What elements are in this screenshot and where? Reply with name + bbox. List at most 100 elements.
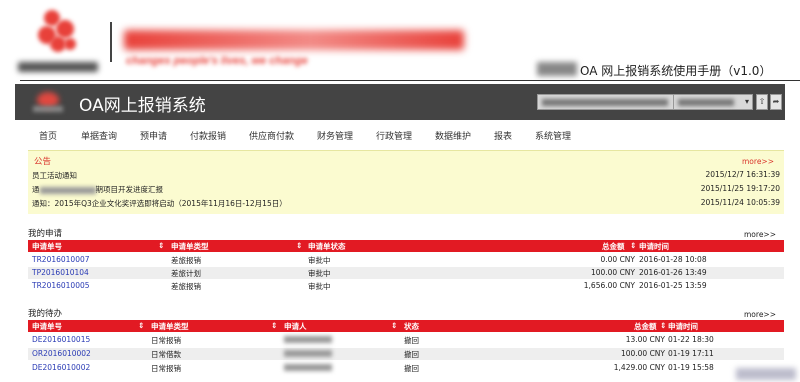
slogan-blurred (124, 30, 464, 50)
todo-id-link[interactable]: DE2016010002 (32, 363, 90, 372)
application-amount: 0.00 CNY (600, 255, 635, 264)
chevron-down-icon: ▾ (744, 97, 749, 106)
sort-icon[interactable]: ⇕ (296, 241, 302, 250)
todo-status: 撤回 (404, 336, 419, 345)
sort-icon[interactable]: ⇕ (391, 321, 397, 330)
todo-amount: 13.00 CNY (625, 335, 665, 344)
announcement-more-link[interactable]: more>> (742, 157, 774, 166)
nav-system-admin[interactable]: 系统管理 (535, 129, 571, 142)
application-type: 差旅报销 (171, 256, 201, 265)
application-id-link[interactable]: TR2016010005 (32, 281, 90, 290)
todo-id-link[interactable]: OR2016010002 (32, 349, 91, 358)
col-header-status[interactable]: 状态 (404, 321, 419, 332)
application-type: 差旅报销 (171, 282, 201, 291)
company-logo (30, 8, 86, 62)
application-time: 2016-01-26 13:49 (639, 268, 707, 277)
todo-id-link[interactable]: DE2016010015 (32, 335, 90, 344)
col-header-type[interactable]: 申请单类型 (151, 321, 189, 332)
col-header-amount[interactable]: 总金额 (634, 321, 657, 332)
application-time: 2016-01-25 13:59 (639, 281, 707, 290)
sort-icon[interactable]: ⇕ (138, 321, 144, 330)
sort-icon[interactable]: ⇕ (630, 241, 636, 250)
application-status: 审批中 (308, 282, 331, 291)
table-row[interactable]: DE2016010015 日常报销 撤回 13.00 CNY 01-22 18:… (28, 334, 784, 346)
application-amount: 1,656.00 CNY (583, 281, 635, 290)
my-todo-title: 我的待办 (28, 309, 63, 319)
todo-time: 01-22 18:30 (668, 335, 714, 344)
announcement-panel: 公告 more>> 员工活动通知 2015/12/7 16:31:39 通期项目… (28, 150, 784, 214)
exit-icon[interactable]: ➦ (770, 94, 782, 110)
col-header-amount[interactable]: 总金额 (602, 241, 625, 252)
announcement-text: 员工活动通知 (32, 171, 77, 180)
todo-amount: 1,429.00 CNY (613, 363, 665, 372)
todo-type: 日常报销 (151, 336, 181, 345)
announcement-time: 2015/12/7 16:31:39 (705, 170, 780, 179)
table-row[interactable]: TR2016010007 差旅报销 审批中 0.00 CNY 2016-01-2… (28, 254, 784, 266)
application-type: 差旅计划 (171, 269, 201, 278)
nav-payment-reimburse[interactable]: 付款报销 (190, 129, 226, 142)
document-header: changes people's lives, we change OA 网上报… (0, 0, 800, 82)
todo-status: 撤回 (404, 364, 419, 373)
app-header-bar: OA网上报销系统 ▾ ⇧ ➦ (15, 84, 785, 120)
nav-data-maintenance[interactable]: 数据维护 (435, 129, 471, 142)
announcement-time: 2015/11/24 10:05:39 (700, 198, 780, 207)
doc-title: OA 网上报销系统使用手册（v1.0） (580, 64, 772, 78)
my-applications-more-link[interactable]: more>> (744, 230, 776, 239)
announcement-title: 公告 (34, 157, 52, 167)
sort-icon[interactable]: ⇕ (158, 241, 164, 250)
user-selector[interactable] (537, 94, 677, 110)
todo-type: 日常报销 (151, 364, 181, 373)
col-header-status[interactable]: 申请单状态 (308, 241, 346, 252)
announcement-text: 通知：2015年Q3企业文化奖评选即将启动（2015年11月16日-12月15日… (32, 199, 287, 208)
role-select[interactable]: ▾ (673, 94, 753, 110)
my-applications-title: 我的申请 (28, 229, 63, 239)
slogan-english: changes people's lives, we change (126, 55, 308, 67)
nav-document-query[interactable]: 单据查询 (81, 129, 117, 142)
nav-finance[interactable]: 财务管理 (317, 129, 353, 142)
announcement-item[interactable]: 员工活动通知 2015/12/7 16:31:39 (32, 170, 780, 182)
application-status: 审批中 (308, 256, 331, 265)
table-row[interactable]: DE2016010002 日常报销 撤回 1,429.00 CNY 01-19 … (28, 362, 784, 374)
todo-time: 01-19 17:11 (668, 349, 714, 358)
header-rule (20, 80, 800, 81)
table-header: 申请单号 ⇕ 申请单类型 ⇕ 申请单状态 总金额 ⇕ 申请时间 (28, 240, 784, 252)
announcement-item[interactable]: 通期项目开发进度汇报 2015/11/25 19:17:20 (32, 184, 780, 196)
announcement-text: 通期项目开发进度汇报 (32, 185, 163, 194)
application-id-link[interactable]: TP2016010104 (32, 268, 89, 277)
app-logo (33, 90, 63, 116)
sort-icon[interactable]: ⇕ (660, 321, 666, 330)
arrow-up-icon[interactable]: ⇧ (756, 94, 768, 110)
col-header-id[interactable]: 申请单号 (32, 241, 62, 252)
doc-title-redacted (537, 62, 577, 76)
app-title: OA网上报销系统 (79, 96, 206, 116)
todo-type: 日常借款 (151, 350, 181, 359)
col-header-time[interactable]: 申请时间 (668, 321, 698, 332)
table-row[interactable]: OR2016010002 日常借款 撤回 100.00 CNY 01-19 17… (28, 348, 784, 360)
nav-home[interactable]: 首页 (39, 129, 57, 142)
my-todo-table: 申请单号 ⇕ 申请单类型 ⇕ 申请人 ⇕ 状态 总金额 ⇕ 申请时间 DE201… (28, 320, 784, 378)
company-logo-wordmark (18, 62, 98, 72)
announcement-time: 2015/11/25 19:17:20 (700, 184, 780, 193)
table-row[interactable]: TR2016010005 差旅报销 审批中 1,656.00 CNY 2016-… (28, 280, 784, 292)
col-header-id[interactable]: 申请单号 (32, 321, 62, 332)
nav-reports[interactable]: 报表 (494, 129, 512, 142)
my-todo-more-link[interactable]: more>> (744, 310, 776, 319)
col-header-time[interactable]: 申请时间 (639, 241, 669, 252)
main-nav: 首页 单据查询 预申请 付款报销 供应商付款 财务管理 行政管理 数据维护 报表… (15, 125, 785, 145)
sort-icon[interactable]: ⇕ (271, 321, 277, 330)
col-header-type[interactable]: 申请单类型 (171, 241, 209, 252)
todo-time: 01-19 15:58 (668, 363, 714, 372)
my-applications-table: 申请单号 ⇕ 申请单类型 ⇕ 申请单状态 总金额 ⇕ 申请时间 TR201601… (28, 240, 784, 292)
application-amount: 100.00 CNY (590, 268, 635, 277)
table-row[interactable]: TP2016010104 差旅计划 审批中 100.00 CNY 2016-01… (28, 267, 784, 279)
nav-pre-application[interactable]: 预申请 (140, 129, 167, 142)
application-time: 2016-01-28 10:08 (639, 255, 707, 264)
watermark-redacted (736, 368, 796, 380)
announcement-item[interactable]: 通知：2015年Q3企业文化奖评选即将启动（2015年11月16日-12月15日… (32, 198, 780, 210)
nav-administration[interactable]: 行政管理 (376, 129, 412, 142)
col-header-applicant[interactable]: 申请人 (284, 321, 307, 332)
application-id-link[interactable]: TR2016010007 (32, 255, 90, 264)
todo-status: 撤回 (404, 350, 419, 359)
nav-supplier-payment[interactable]: 供应商付款 (249, 129, 294, 142)
application-status: 审批中 (308, 269, 331, 278)
